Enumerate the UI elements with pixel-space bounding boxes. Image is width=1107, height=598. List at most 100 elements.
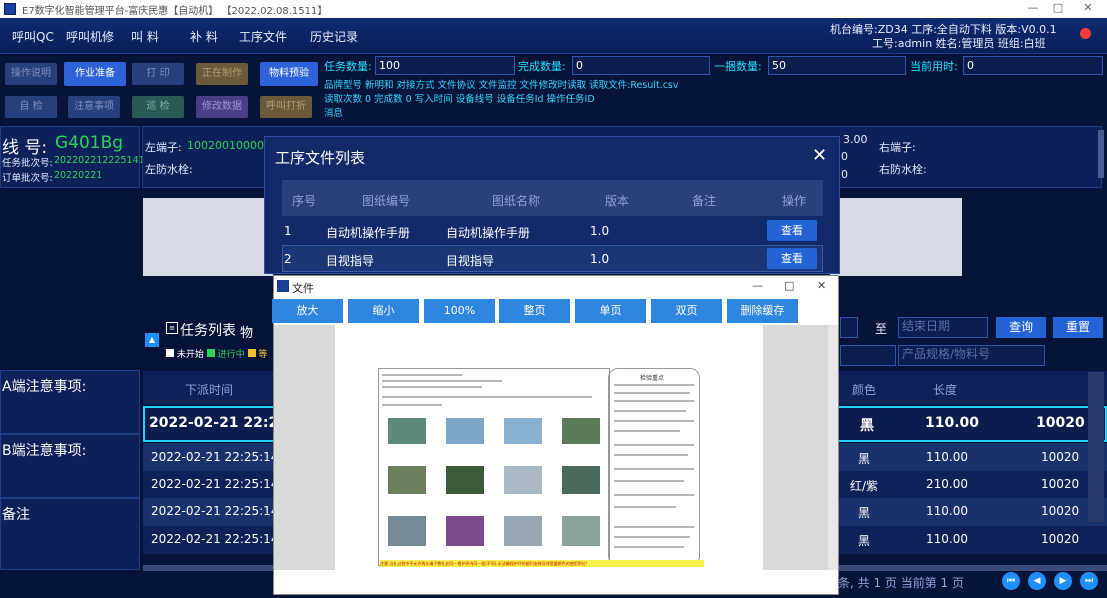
instructions-button[interactable]: 操作说明	[5, 63, 57, 85]
modify-data-button[interactable]: 修改数据	[196, 96, 248, 118]
document-scrollbar[interactable]	[828, 325, 838, 570]
nav-call-qc[interactable]: 呼叫QC	[12, 28, 54, 45]
app-icon	[4, 3, 16, 15]
message-line: 消息	[324, 108, 344, 119]
doc-warning-footer: 注意:当扎过程中不允许两头端子数扎在同一根护环内同一组(不同),无法确保护环的顺…	[380, 560, 704, 567]
dialog-row-version: 1.0	[590, 224, 610, 238]
zoom-in-button[interactable]: 放大	[272, 299, 343, 323]
in-production-button[interactable]: 正在制作	[196, 63, 248, 85]
doc-text-line	[614, 444, 694, 446]
file-maximize-button[interactable]: □	[784, 279, 794, 292]
col-drawing-code: 图纸编号	[362, 194, 411, 208]
left-terminal-label: 左端子:	[145, 141, 182, 154]
task-row-code: 10020	[1036, 415, 1085, 431]
task-row-code: 10020	[1041, 477, 1080, 491]
user-info: 工号:admin 姓名:管理员 班组:白班	[872, 37, 1046, 50]
task-qty-input[interactable]: 100	[375, 56, 515, 75]
nav-call-repair[interactable]: 呼叫机修	[66, 28, 114, 45]
col-version: 版本	[605, 194, 630, 208]
bundle-qty-input[interactable]: 50	[768, 56, 906, 75]
next-page-icon[interactable]: ▶	[1054, 572, 1072, 590]
step-photo	[504, 418, 542, 444]
close-button[interactable]: ✕	[1077, 1, 1099, 14]
doc-text-line	[614, 400, 694, 402]
order-batch-value: 20220221	[54, 170, 103, 181]
task-row-length: 210.00	[926, 477, 968, 491]
collapse-arrow-icon[interactable]: ▲	[145, 333, 159, 347]
read-info-line: 读取次数 0 完成数 0 写入时间 设备线号 设备任务Id 操作任务ID	[324, 94, 595, 105]
task-row-color: 黑	[858, 534, 871, 548]
file-minimize-button[interactable]: —	[752, 279, 763, 292]
order-batch-label: 订单批次号:	[2, 173, 53, 184]
nav-history[interactable]: 历史记录	[310, 28, 358, 45]
filter-input[interactable]	[840, 345, 896, 366]
step-photo	[446, 418, 484, 444]
step-photo	[388, 466, 426, 494]
doc-text-line	[382, 374, 462, 376]
panel-scrollbar[interactable]	[1098, 130, 1104, 178]
list-icon: ≡	[166, 322, 178, 334]
step-photo	[388, 418, 426, 444]
job-prep-button[interactable]: 作业准备	[64, 62, 126, 86]
maximize-button[interactable]: □	[1047, 1, 1069, 14]
material-tab[interactable]: 物	[240, 322, 253, 341]
print-button[interactable]: 打 印	[132, 63, 184, 85]
material-precheck-button[interactable]: 物料预验	[260, 62, 318, 86]
task-row-length: 110.00	[926, 532, 968, 546]
notes-button[interactable]: 注意事项	[68, 96, 120, 118]
minimize-button[interactable]: —	[1022, 1, 1044, 14]
reset-button[interactable]: 重置	[1053, 317, 1103, 338]
single-page-button[interactable]: 单页	[575, 299, 646, 323]
zoom-100-button[interactable]: 100%	[424, 299, 495, 323]
task-row-time: 2022-02-21 22:25:14	[151, 532, 279, 546]
legend-in-progress-swatch	[206, 349, 215, 357]
view-button[interactable]: 查看	[767, 220, 817, 241]
start-date-input[interactable]	[840, 317, 858, 338]
step-photo	[446, 516, 484, 546]
spec-search-input[interactable]: 产品规格/物料号	[898, 345, 1045, 366]
dialog-close-icon[interactable]: ✕	[812, 145, 827, 166]
dialog-row-name: 目视指导	[446, 254, 495, 268]
document-footer-bar	[274, 570, 838, 594]
table-scrollbar[interactable]	[1088, 372, 1104, 522]
fit-page-button[interactable]: 整页	[499, 299, 570, 323]
query-button[interactable]: 查询	[996, 317, 1046, 338]
task-row-time: 2022-02-21 22:25	[149, 415, 288, 431]
dialog-row-no: 2	[284, 252, 292, 266]
task-list-title: 任务列表	[180, 323, 236, 339]
nav-call-material[interactable]: 叫 料	[131, 28, 159, 45]
step-photo	[562, 418, 600, 444]
clear-cache-button[interactable]: 删除缓存	[727, 299, 798, 323]
elapsed-label: 当前用时:	[910, 60, 958, 73]
double-page-button[interactable]: 双页	[651, 299, 722, 323]
elapsed-input[interactable]: 0	[963, 56, 1103, 75]
call-discount-button[interactable]: 呼叫打折	[260, 96, 312, 118]
doc-text-line	[614, 506, 676, 508]
doc-text-line	[614, 384, 694, 386]
done-qty-input[interactable]: 0	[572, 56, 710, 75]
patrol-check-button[interactable]: 巡 检	[132, 96, 184, 118]
view-button[interactable]: 查看	[767, 248, 817, 269]
legend: 未开始 进行中 等	[166, 347, 267, 360]
step-photo	[446, 466, 484, 494]
right-plug-label: 右防水栓:	[879, 163, 927, 176]
left-plug-label: 左防水栓:	[145, 163, 193, 176]
line-number: G401Bg	[55, 133, 124, 153]
first-page-icon[interactable]: ⏮	[1002, 572, 1020, 590]
nav-replenish[interactable]: 补 料	[190, 28, 218, 45]
prev-page-icon[interactable]: ◀	[1028, 572, 1046, 590]
remarks-label: 备注	[2, 507, 30, 523]
step-photo	[562, 466, 600, 494]
task-batch-label: 任务批次号:	[2, 158, 53, 169]
inspection-heading: 检验重点	[640, 375, 665, 382]
nav-process-files[interactable]: 工序文件	[239, 28, 287, 45]
task-row-time: 2022-02-21 22:25:14	[151, 450, 279, 464]
window-title: E7数字化智能管理平台-富庆民惠【自动机】 【2022.02.08.1511】	[22, 6, 328, 17]
zoom-out-button[interactable]: 缩小	[348, 299, 419, 323]
end-date-input[interactable]: 结束日期	[898, 317, 988, 338]
task-row-color: 黑	[860, 418, 874, 434]
file-close-button[interactable]: ✕	[817, 279, 826, 292]
self-check-button[interactable]: 自 检	[5, 96, 57, 118]
last-page-icon[interactable]: ⏭	[1080, 572, 1098, 590]
file-app-icon	[277, 280, 289, 292]
